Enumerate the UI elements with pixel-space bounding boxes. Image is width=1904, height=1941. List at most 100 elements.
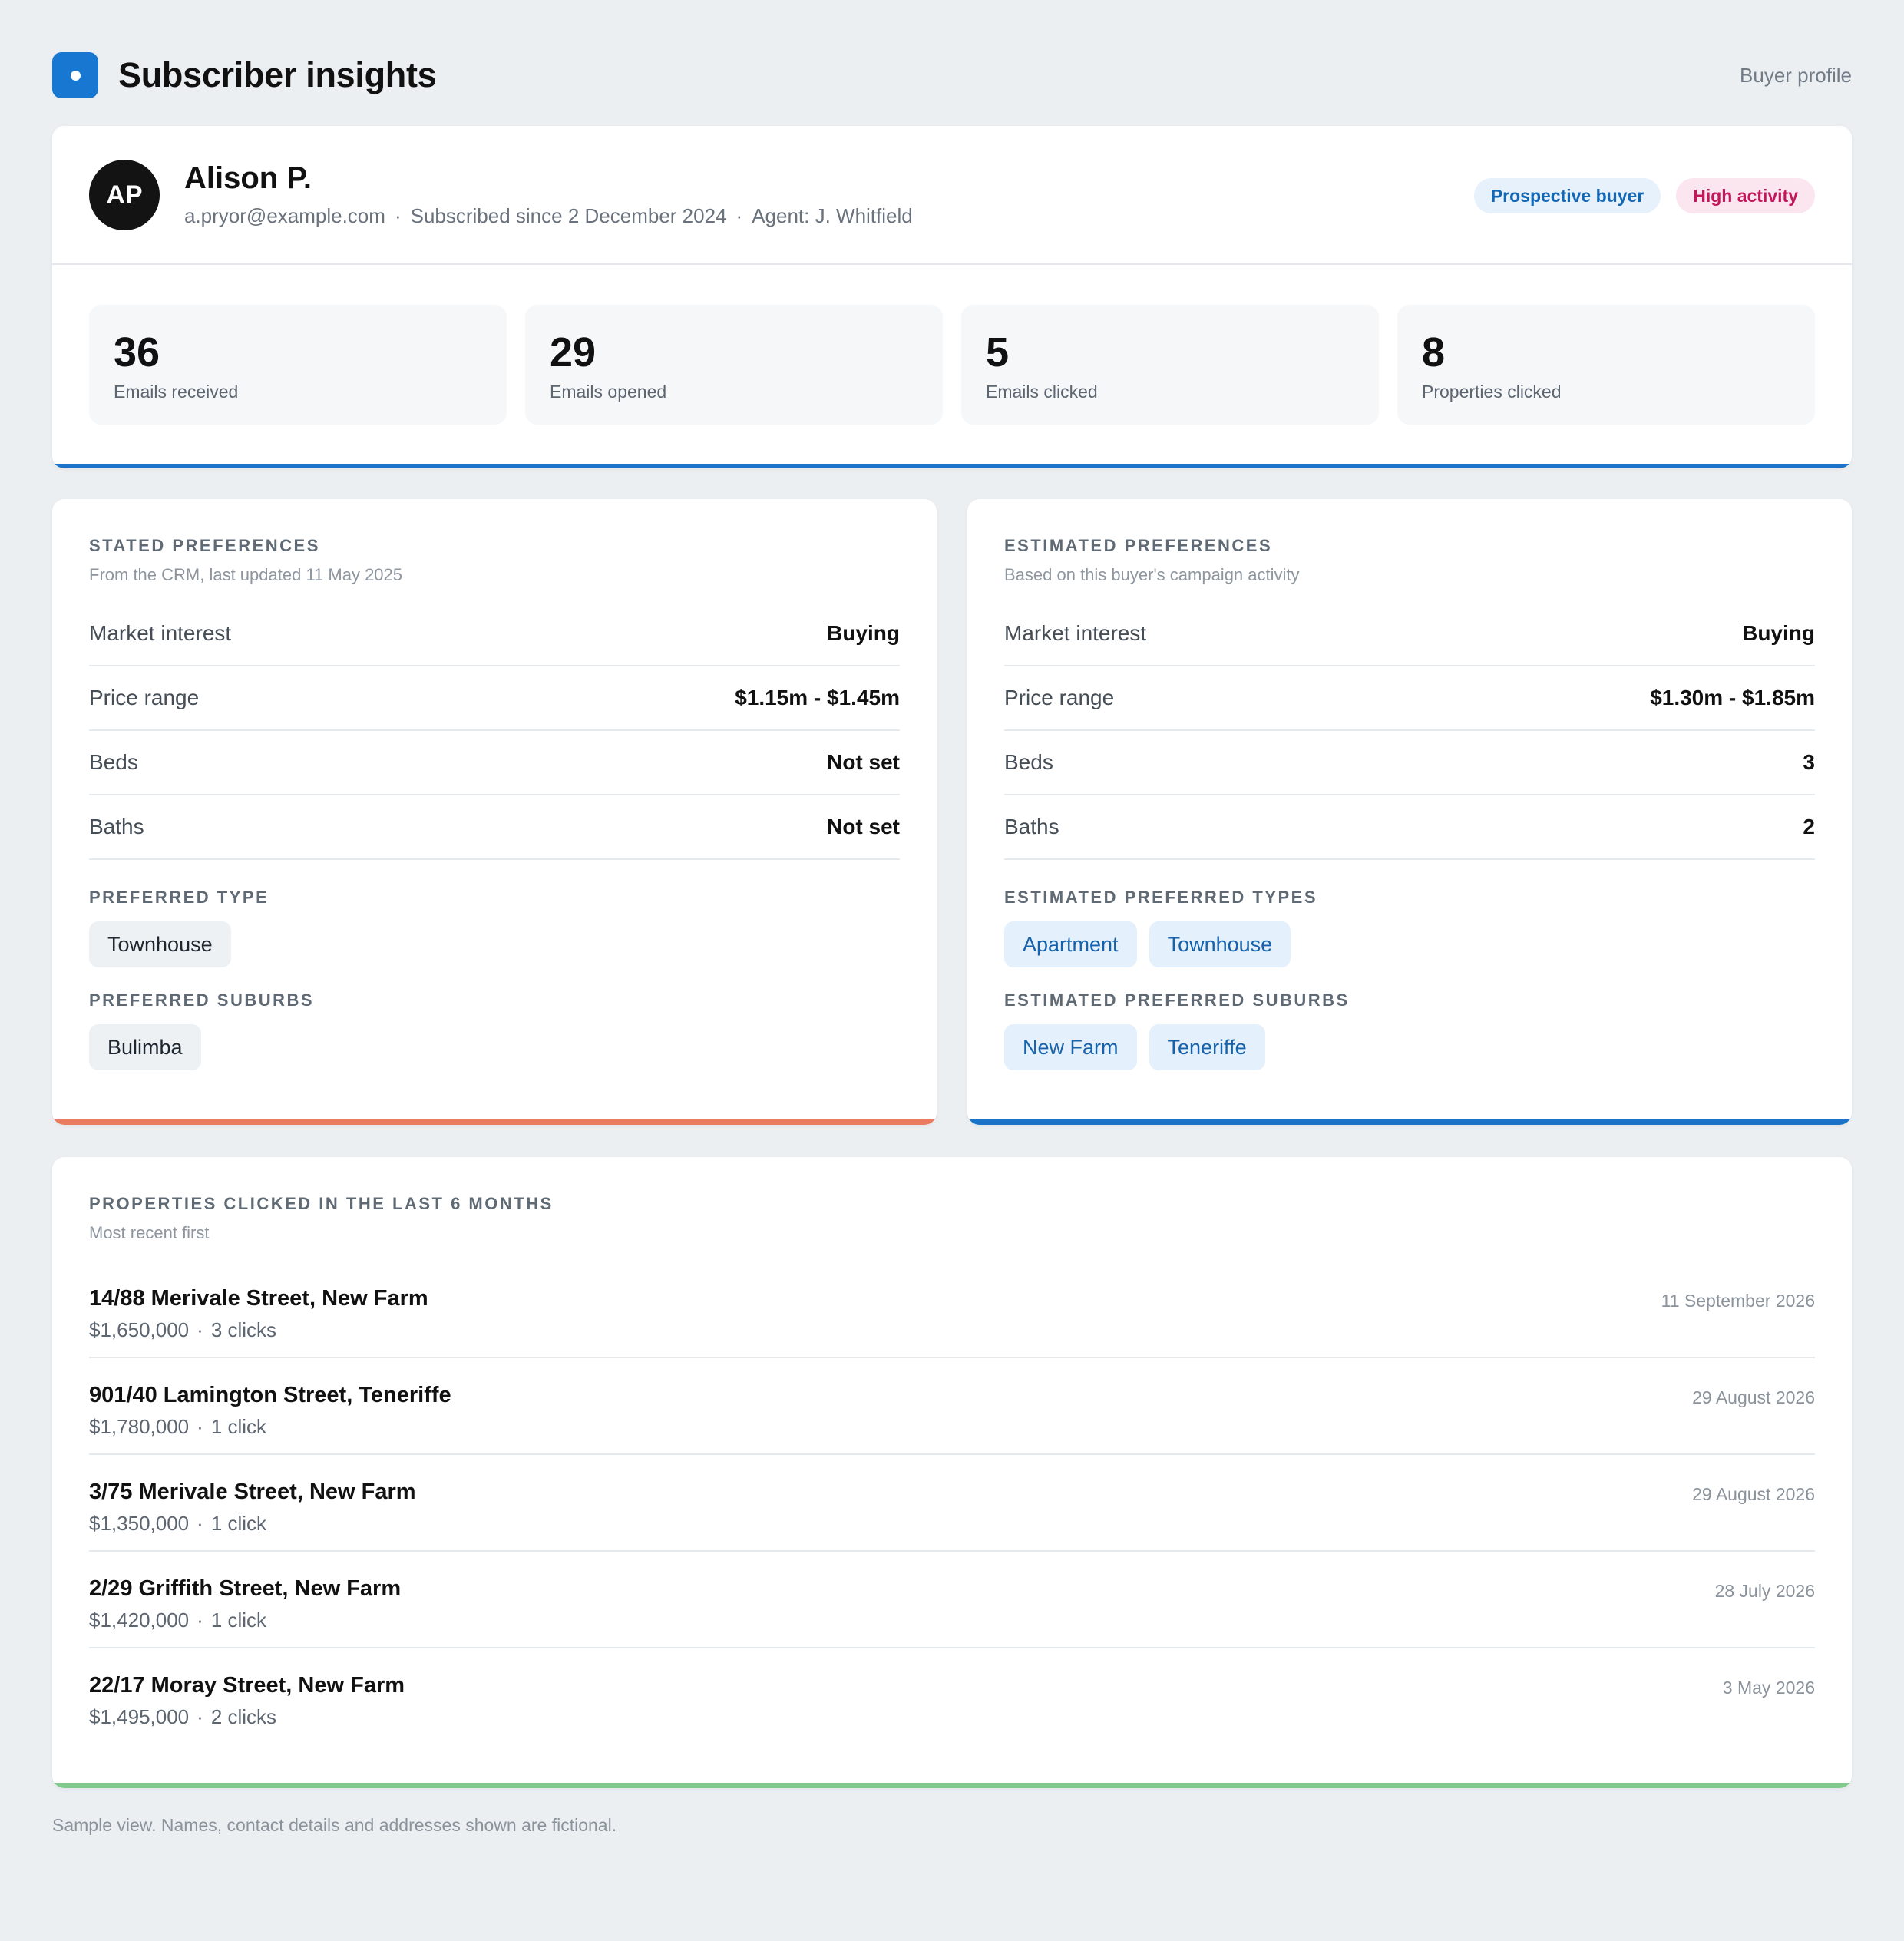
property-date: 3 May 2026 bbox=[1722, 1678, 1815, 1698]
stat-value: 36 bbox=[114, 329, 160, 375]
property-address[interactable]: 22/17 Moray Street, New Farm bbox=[89, 1673, 405, 1698]
subscribed-since: Subscribed since 2 December 2024 bbox=[410, 204, 727, 227]
card-accent-bar bbox=[52, 1119, 937, 1125]
property-row[interactable]: 2/29 Griffith Street, New Farm $1,420,00… bbox=[89, 1552, 1815, 1648]
preference-value: Buying bbox=[1742, 621, 1815, 645]
preference-label: Market interest bbox=[1004, 621, 1147, 645]
estimated-suburb-chips: New Farm Teneriffe bbox=[1004, 1024, 1815, 1070]
preference-value: 2 bbox=[1803, 815, 1815, 838]
preference-value: $1.30m - $1.85m bbox=[1650, 686, 1815, 709]
avatar: AP bbox=[89, 160, 160, 230]
preference-value: Buying bbox=[827, 621, 900, 645]
preference-row-beds: Beds 3 bbox=[1004, 731, 1815, 795]
section-title: PROPERTIES CLICKED IN THE LAST 6 MONTHS bbox=[89, 1194, 554, 1213]
preference-value: Not set bbox=[827, 815, 900, 838]
property-address[interactable]: 14/88 Merivale Street, New Farm bbox=[89, 1286, 428, 1311]
subscriber-name: Alison P. bbox=[184, 161, 312, 195]
property-meta: $1,650,000 · 3 clicks bbox=[89, 1318, 276, 1342]
preference-row-market-interest: Market interest Buying bbox=[89, 602, 900, 666]
property-clicks: 1 click bbox=[210, 1512, 267, 1535]
property-list: 14/88 Merivale Street, New Farm $1,650,0… bbox=[89, 1261, 1815, 1745]
stat-label: Emails clicked bbox=[986, 382, 1098, 402]
property-price: $1,780,000 bbox=[89, 1415, 190, 1438]
page-title: Subscriber insights bbox=[118, 55, 437, 94]
preference-label: Market interest bbox=[89, 621, 232, 645]
property-address[interactable]: 3/75 Merivale Street, New Farm bbox=[89, 1480, 416, 1505]
subscriber-email[interactable]: a.pryor@example.com bbox=[184, 204, 385, 227]
preferred-type-title: PREFERRED TYPE bbox=[89, 888, 269, 907]
section-title: STATED PREFERENCES bbox=[89, 536, 320, 555]
property-row[interactable]: 3/75 Merivale Street, New Farm $1,350,00… bbox=[89, 1455, 1815, 1552]
property-row[interactable]: 901/40 Lamington Street, Teneriffe $1,78… bbox=[89, 1358, 1815, 1455]
property-meta: $1,350,000 · 1 click bbox=[89, 1512, 266, 1536]
buyer-profile-link[interactable]: Buyer profile bbox=[1740, 64, 1852, 88]
footnote: Sample view. Names, contact details and … bbox=[52, 1815, 617, 1835]
type-chip: Apartment bbox=[1004, 921, 1137, 967]
property-clicks: 1 click bbox=[210, 1609, 267, 1632]
profile-header: AP Alison P. a.pryor@example.com · Subscri… bbox=[52, 126, 1852, 265]
stat-value: 29 bbox=[550, 329, 597, 375]
meta-separator: · bbox=[197, 1512, 203, 1535]
preference-list: Market interest Buying Price range $1.30… bbox=[1004, 602, 1815, 860]
property-row[interactable]: 22/17 Moray Street, New Farm $1,495,000 ·… bbox=[89, 1648, 1815, 1745]
suburb-chip: Teneriffe bbox=[1149, 1024, 1265, 1070]
property-price: $1,495,000 bbox=[89, 1705, 190, 1728]
property-date: 29 August 2026 bbox=[1692, 1387, 1815, 1407]
property-date: 11 September 2026 bbox=[1661, 1291, 1815, 1311]
meta-separator: · bbox=[197, 1705, 203, 1728]
preference-list: Market interest Buying Price range $1.15… bbox=[89, 602, 900, 860]
top-bar: Subscriber insights Buyer profile bbox=[52, 52, 1852, 98]
type-chip: Townhouse bbox=[1149, 921, 1291, 967]
preference-label: Beds bbox=[89, 750, 138, 774]
stat-label: Emails opened bbox=[550, 382, 667, 402]
page: Subscriber insights Buyer profile AP Ali… bbox=[0, 0, 1904, 1941]
estimated-type-chips: Apartment Townhouse bbox=[1004, 921, 1815, 967]
preference-label: Price range bbox=[89, 686, 200, 709]
stat-label: Emails received bbox=[114, 382, 239, 402]
status-badge-high-activity: High activity bbox=[1676, 178, 1815, 213]
meta-separator: · bbox=[394, 204, 402, 227]
preference-row-price-range: Price range $1.15m - $1.45m bbox=[89, 666, 900, 731]
stat-properties-clicked: 8 Properties clicked bbox=[1397, 305, 1815, 425]
card-accent-bar bbox=[52, 1783, 1852, 1788]
property-price: $1,350,000 bbox=[89, 1512, 190, 1535]
profile-card: AP Alison P. a.pryor@example.com · Subscri… bbox=[52, 126, 1852, 468]
preference-label: Baths bbox=[89, 815, 144, 838]
stat-emails-opened: 29 Emails opened bbox=[525, 305, 943, 425]
card-accent-bar bbox=[52, 464, 1852, 468]
property-meta: $1,495,000 · 2 clicks bbox=[89, 1705, 276, 1729]
status-badge-prospective-buyer: Prospective buyer bbox=[1473, 178, 1661, 213]
stat-emails-received: 36 Emails received bbox=[89, 305, 507, 425]
estimated-suburbs-title: ESTIMATED PREFERRED SUBURBS bbox=[1004, 990, 1350, 1010]
stated-preferences-card: STATED PREFERENCES From the CRM, last up… bbox=[52, 499, 937, 1125]
preference-value: Not set bbox=[827, 750, 900, 774]
stat-emails-clicked: 5 Emails clicked bbox=[961, 305, 1379, 425]
suburb-chip: Bulimba bbox=[89, 1024, 201, 1070]
section-subtitle: From the CRM, last updated 11 May 2025 bbox=[89, 565, 403, 584]
preference-label: Price range bbox=[1004, 686, 1115, 709]
property-meta: $1,420,000 · 1 click bbox=[89, 1609, 266, 1632]
meta-separator: · bbox=[197, 1609, 203, 1632]
meta-separator: · bbox=[197, 1415, 203, 1438]
meta-separator: · bbox=[197, 1318, 203, 1341]
preference-row-beds: Beds Not set bbox=[89, 731, 900, 795]
preference-row-baths: Baths Not set bbox=[89, 795, 900, 860]
agent-name: Agent: J. Whitfield bbox=[752, 204, 913, 227]
preference-row-market-interest: Market interest Buying bbox=[1004, 602, 1815, 666]
brand: Subscriber insights bbox=[52, 52, 437, 98]
property-address[interactable]: 901/40 Lamington Street, Teneriffe bbox=[89, 1383, 451, 1408]
property-date: 28 July 2026 bbox=[1714, 1581, 1815, 1601]
preference-label: Beds bbox=[1004, 750, 1053, 774]
property-row[interactable]: 14/88 Merivale Street, New Farm $1,650,0… bbox=[89, 1261, 1815, 1358]
preference-row-baths: Baths 2 bbox=[1004, 795, 1815, 860]
subscriber-meta: a.pryor@example.com · Subscribed since 2 D… bbox=[184, 204, 913, 228]
property-clicks: 2 clicks bbox=[210, 1705, 277, 1728]
property-address[interactable]: 2/29 Griffith Street, New Farm bbox=[89, 1576, 401, 1602]
preference-value: 3 bbox=[1803, 750, 1815, 774]
meta-separator: · bbox=[735, 204, 743, 227]
suburb-chip: New Farm bbox=[1004, 1024, 1137, 1070]
card-accent-bar bbox=[967, 1119, 1852, 1125]
property-meta: $1,780,000 · 1 click bbox=[89, 1415, 266, 1439]
preferred-type-chips: Townhouse bbox=[89, 921, 900, 967]
section-subtitle: Most recent first bbox=[89, 1223, 210, 1242]
